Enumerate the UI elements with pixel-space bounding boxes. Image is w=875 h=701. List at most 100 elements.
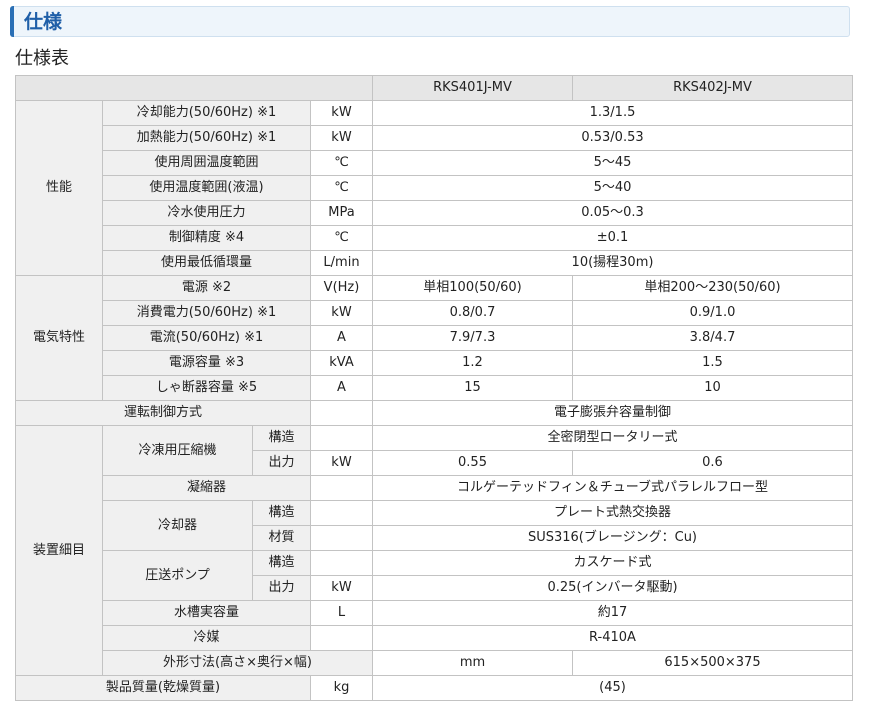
table-row: 運転制御方式 電子膨張弁容量制御 — [15, 400, 853, 426]
row-label: 電源 ※2 — [102, 275, 311, 301]
row-value: R-410A — [372, 625, 853, 651]
table-row: 制御精度 ※4 ℃ ±0.1 — [16, 225, 853, 251]
group-label-electrical: 電気特性 — [15, 275, 103, 401]
model-header: RKS402J-MV — [572, 75, 853, 101]
model-header: RKS401J-MV — [372, 75, 573, 101]
row-unit: ℃ — [310, 150, 373, 176]
row-unit: V(Hz) — [310, 275, 373, 301]
row-label: 電流(50/60Hz) ※1 — [102, 325, 311, 351]
row-label: 凝縮器 — [102, 475, 311, 501]
row-label: 外形寸法(高さ×奥行×幅) — [102, 650, 373, 676]
row-value-model-1: 0.8/0.7 — [372, 300, 573, 326]
row-label: 使用最低循環量 — [102, 250, 311, 276]
row-label: 水槽実容量 — [102, 600, 311, 626]
row-unit-empty — [310, 625, 373, 651]
row-label: しゃ断器容量 ※5 — [102, 375, 311, 401]
table-caption: 仕様表 — [15, 48, 69, 69]
row-value-model-1: 7.9/7.3 — [372, 325, 573, 351]
table-row: 性能 冷却能力(50/60Hz) ※1 kW 1.3/1.5 — [15, 100, 853, 276]
row-label: 使用温度範囲(液温) — [102, 175, 311, 201]
row-value-model-2: 10 — [572, 375, 853, 401]
table-row: 冷却器 構造 プレート式熱交換器 — [16, 500, 853, 551]
row-value: 全密閉型ロータリー式 — [372, 425, 853, 451]
row-unit: ℃ — [310, 175, 373, 201]
row-label: 冷媒 — [102, 625, 311, 651]
row-unit: L — [310, 600, 373, 626]
table-row: 冷水使用圧力 MPa 0.05～0.3 — [16, 200, 853, 226]
row-label: 制御精度 ※4 — [102, 225, 311, 251]
group-label-equipment: 装置細目 — [15, 425, 103, 676]
row-value: 0.05～0.3 — [372, 200, 853, 226]
row-unit: kW — [310, 300, 373, 326]
row-value-model-1: 15 — [372, 375, 573, 401]
row-value-model-1: 1.2 — [372, 350, 573, 376]
row-unit: kg — [310, 675, 373, 701]
row-sublabel: 構造 — [252, 550, 311, 576]
row-unit: MPa — [310, 200, 373, 226]
row-unit: kW — [310, 125, 373, 151]
section-header: 仕様 — [10, 6, 850, 37]
table-row: 外形寸法(高さ×奥行×幅) mm 615×500×375 — [16, 650, 853, 676]
table-row: 電源容量 ※3 kVA 1.2 1.5 — [16, 350, 853, 376]
row-label: 圧送ポンプ — [102, 550, 253, 601]
table-row: 電流(50/60Hz) ※1 A 7.9/7.3 3.8/4.7 — [16, 325, 853, 351]
row-value: 0.25(インバータ駆動) — [372, 575, 853, 601]
table-row: 冷媒 R-410A — [16, 625, 853, 651]
row-sublabel: 出力 — [252, 575, 311, 601]
row-unit: kW — [310, 100, 373, 126]
row-unit-empty — [310, 425, 373, 451]
row-label: 電源容量 ※3 — [102, 350, 311, 376]
row-label: 冷却器 — [102, 500, 253, 551]
table-row: しゃ断器容量 ※5 A 15 10 — [16, 375, 853, 401]
table-row: 装置細目 冷凍用圧縮機 構造 全密閉型ロータリー式 — [15, 425, 853, 676]
row-unit-empty — [310, 500, 373, 526]
row-label: 使用周囲温度範囲 — [102, 150, 311, 176]
row-value: 5～45 — [372, 150, 853, 176]
row-value-model-2: 単相200～230(50/60) — [572, 275, 853, 301]
row-value-model-2: 1.5 — [572, 350, 853, 376]
table-row: 使用最低循環量 L/min 10(揚程30m) — [16, 250, 853, 276]
row-unit: A — [310, 375, 373, 401]
row-unit: mm — [372, 650, 573, 676]
row-value-model-1: 0.55 — [372, 450, 573, 476]
row-sublabel: 構造 — [252, 425, 311, 451]
row-value-model-2: 0.9/1.0 — [572, 300, 853, 326]
row-unit-empty — [310, 550, 373, 576]
table-row: 凝縮器 コルゲーテッドフィン＆チューブ式パラレルフロー型 — [16, 475, 853, 501]
row-label: 運転制御方式 — [15, 400, 311, 426]
group-label-performance: 性能 — [15, 100, 103, 276]
table-row: 使用周囲温度範囲 ℃ 5～45 — [16, 150, 853, 176]
row-value: SUS316(ブレージング：Cu) — [372, 525, 853, 551]
row-value-model-2: 3.8/4.7 — [572, 325, 853, 351]
row-sublabel: 材質 — [252, 525, 311, 551]
row-value: コルゲーテッドフィン＆チューブ式パラレルフロー型 — [372, 475, 853, 501]
table-row: 消費電力(50/60Hz) ※1 kW 0.8/0.7 0.9/1.0 — [16, 300, 853, 326]
row-value: 10(揚程30m) — [372, 250, 853, 276]
row-unit: kVA — [310, 350, 373, 376]
table-row: 加熱能力(50/60Hz) ※1 kW 0.53/0.53 — [16, 125, 853, 151]
row-label: 冷凍用圧縮機 — [102, 425, 253, 476]
row-value: 約17 — [372, 600, 853, 626]
row-value-model-2: 0.6 — [572, 450, 853, 476]
row-sublabel: 構造 — [252, 500, 311, 526]
row-value: 電子膨張弁容量制御 — [372, 400, 853, 426]
row-label: 加熱能力(50/60Hz) ※1 — [102, 125, 311, 151]
spec-table: RKS401J-MV RKS402J-MV 性能 冷却能力(50/60Hz) ※… — [15, 75, 853, 701]
row-value: 1.3/1.5 — [372, 100, 853, 126]
row-value: カスケード式 — [372, 550, 853, 576]
table-row: 水槽実容量 L 約17 — [16, 600, 853, 626]
section-title: 仕様 — [24, 11, 63, 33]
row-label: 冷水使用圧力 — [102, 200, 311, 226]
row-value: ±0.1 — [372, 225, 853, 251]
row-unit-empty — [310, 475, 373, 501]
row-unit: kW — [310, 450, 373, 476]
row-value-model-1: 単相100(50/60) — [372, 275, 573, 301]
table-row: 使用温度範囲(液温) ℃ 5～40 — [16, 175, 853, 201]
row-value: 0.53/0.53 — [372, 125, 853, 151]
row-unit-empty — [310, 525, 373, 551]
row-unit: ℃ — [310, 225, 373, 251]
table-header-row: RKS401J-MV RKS402J-MV — [15, 75, 853, 101]
row-sublabel: 出力 — [252, 450, 311, 476]
row-label: 製品質量(乾燥質量) — [15, 675, 311, 701]
row-value: (45) — [372, 675, 853, 701]
